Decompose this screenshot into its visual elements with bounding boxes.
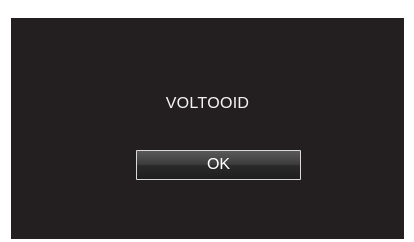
camera-lcd-screen: VOLTOOID OK (11, 18, 404, 239)
completion-message: VOLTOOID (165, 95, 250, 112)
ok-button[interactable]: OK (136, 150, 301, 180)
